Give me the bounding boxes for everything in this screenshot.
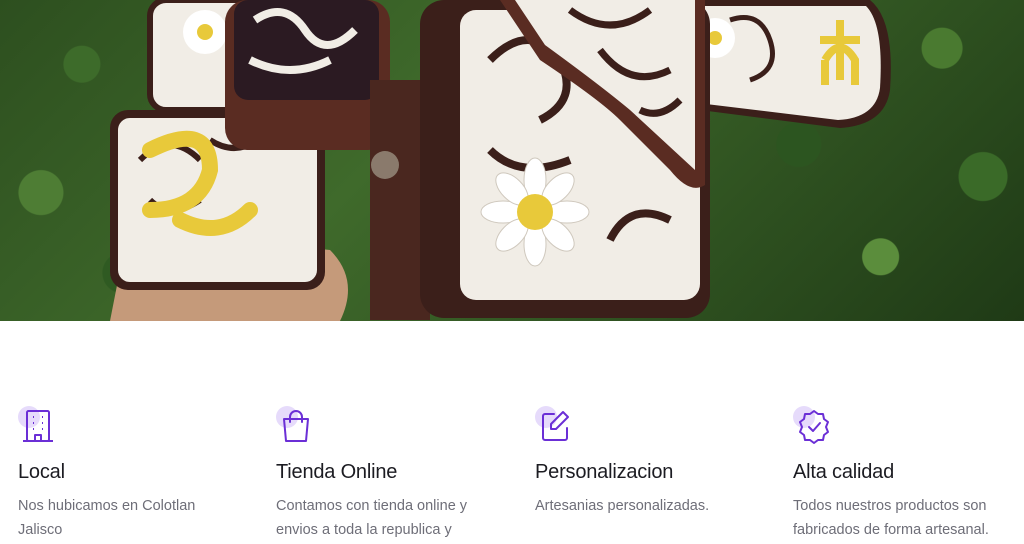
feature-personalizacion: Personalizacion Artesanias personalizada… (535, 406, 770, 518)
feature-title: Local (18, 461, 65, 483)
feature-title: Personalizacion (535, 461, 674, 483)
leather-holster-illustration (110, 0, 891, 321)
feature-description: Nos hubicamos en Colotlan Jalisco (18, 498, 196, 538)
hero-image (0, 0, 1024, 321)
feature-title: Tienda Online (276, 461, 398, 483)
building-icon (18, 406, 58, 446)
feature-tienda-online: Tienda Online Contamos con tienda online… (276, 406, 511, 542)
features-section: Local Nos hubicamos en Colotlan Jalisco … (0, 321, 1024, 544)
feature-title: Alta calidad (793, 461, 894, 483)
feature-description: Todos nuestros productos son fabricados … (793, 498, 989, 538)
shopping-bag-icon (276, 406, 316, 446)
feature-local: Local Nos hubicamos en Colotlan Jalisco (18, 406, 253, 542)
feature-description: Contamos con tienda online y envios a to… (276, 498, 468, 538)
feature-description: Artesanias personalizadas. (535, 498, 710, 514)
feature-alta-calidad: Alta calidad Todos nuestros productos so… (793, 406, 1024, 542)
edit-icon (535, 406, 575, 446)
badge-check-icon (793, 406, 833, 446)
